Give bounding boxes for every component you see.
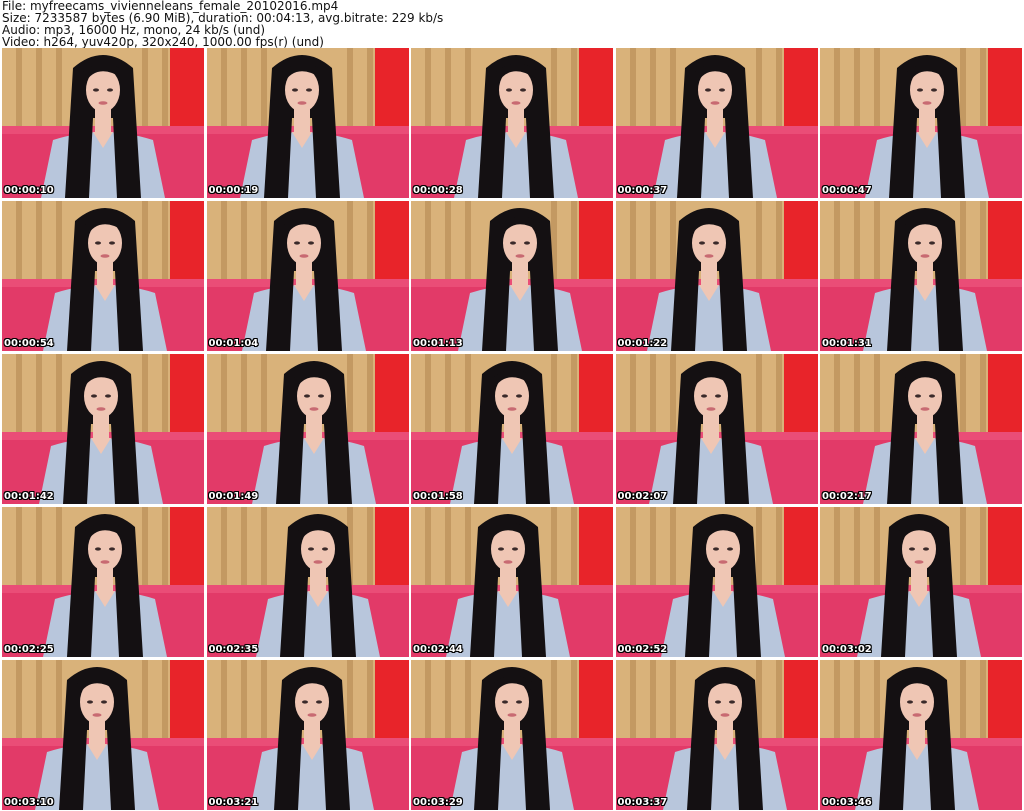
frame-image [2,201,204,351]
frame-image [206,660,409,810]
frame-image [2,354,204,504]
frame-timestamp: 00:01:42 [4,491,54,502]
video-frame-thumbnail: 00:03:02 [820,507,1022,657]
video-frame-thumbnail: 00:01:22 [615,201,818,351]
video-frame-thumbnail: 00:03:10 [2,660,204,810]
frame-image [411,201,613,351]
frame-timestamp: 00:00:28 [413,185,463,196]
frame-image [820,354,1022,504]
video-frame-thumbnail: 00:02:44 [411,507,613,657]
frame-timestamp: 00:00:54 [4,338,54,349]
video-frame-thumbnail: 00:00:10 [2,48,204,198]
frame-image [615,48,818,198]
frame-image [411,507,613,657]
frame-image [820,201,1022,351]
video-frame-thumbnail: 00:00:19 [206,48,409,198]
info-header: File: myfreecams_vivienneleans_female_20… [2,0,1022,48]
frame-timestamp: 00:03:21 [208,797,259,808]
video-frame-thumbnail: 00:03:46 [820,660,1022,810]
video-frame-thumbnail: 00:00:37 [615,48,818,198]
frame-image [615,507,818,657]
video-frame-thumbnail: 00:03:21 [206,660,409,810]
video-frame-thumbnail: 00:02:07 [615,354,818,504]
frame-image [2,48,204,198]
frame-image [206,48,409,198]
frame-timestamp: 00:01:49 [208,491,259,502]
frame-timestamp: 00:01:31 [822,338,872,349]
video-frame-thumbnail: 00:02:35 [206,507,409,657]
frame-timestamp: 00:01:13 [413,338,463,349]
frame-timestamp: 00:02:35 [208,644,259,655]
frame-timestamp: 00:00:47 [822,185,872,196]
video-frame-thumbnail: 00:01:49 [206,354,409,504]
frame-timestamp: 00:00:10 [4,185,54,196]
frame-image [206,507,409,657]
frame-image [411,354,613,504]
frame-timestamp: 00:01:58 [413,491,463,502]
frame-image [820,507,1022,657]
frame-timestamp: 00:02:17 [822,491,872,502]
thumbnail-grid: 00:00:10 00:00:19 00:00:28 00:00:37 00:00:47… [2,48,1022,810]
frame-timestamp: 00:02:25 [4,644,54,655]
video-frame-thumbnail: 00:00:54 [2,201,204,351]
frame-image [2,660,204,810]
frame-timestamp: 00:03:02 [822,644,872,655]
video-frame-thumbnail: 00:03:37 [615,660,818,810]
video-frame-thumbnail: 00:02:17 [820,354,1022,504]
video-frame-thumbnail: 00:01:42 [2,354,204,504]
frame-image [820,660,1022,810]
frame-timestamp: 00:03:29 [413,797,463,808]
video-frame-thumbnail: 00:01:31 [820,201,1022,351]
frame-image [411,660,613,810]
video-frame-thumbnail: 00:02:25 [2,507,204,657]
video-frame-thumbnail: 00:01:13 [411,201,613,351]
frame-timestamp: 00:03:37 [617,797,668,808]
frame-image [411,48,613,198]
frame-image [615,201,818,351]
frame-timestamp: 00:01:22 [617,338,668,349]
video-frame-thumbnail: 00:01:04 [206,201,409,351]
video-frame-thumbnail: 00:00:47 [820,48,1022,198]
frame-image [615,354,818,504]
video-frame-thumbnail: 00:00:28 [411,48,613,198]
frame-timestamp: 00:01:04 [208,338,259,349]
frame-timestamp: 00:02:44 [413,644,463,655]
frame-timestamp: 00:02:07 [617,491,668,502]
video-info-line: Video: h264, yuv420p, 320x240, 1000.00 f… [2,35,324,49]
video-frame-thumbnail: 00:03:29 [411,660,613,810]
frame-image [206,354,409,504]
frame-image [206,201,409,351]
frame-image [2,507,204,657]
video-frame-thumbnail: 00:01:58 [411,354,613,504]
video-frame-thumbnail: 00:02:52 [615,507,818,657]
frame-timestamp: 00:03:10 [4,797,54,808]
frame-image [615,660,818,810]
frame-image [820,48,1022,198]
frame-timestamp: 00:00:19 [208,185,259,196]
frame-timestamp: 00:00:37 [617,185,668,196]
frame-timestamp: 00:03:46 [822,797,872,808]
frame-timestamp: 00:02:52 [617,644,668,655]
